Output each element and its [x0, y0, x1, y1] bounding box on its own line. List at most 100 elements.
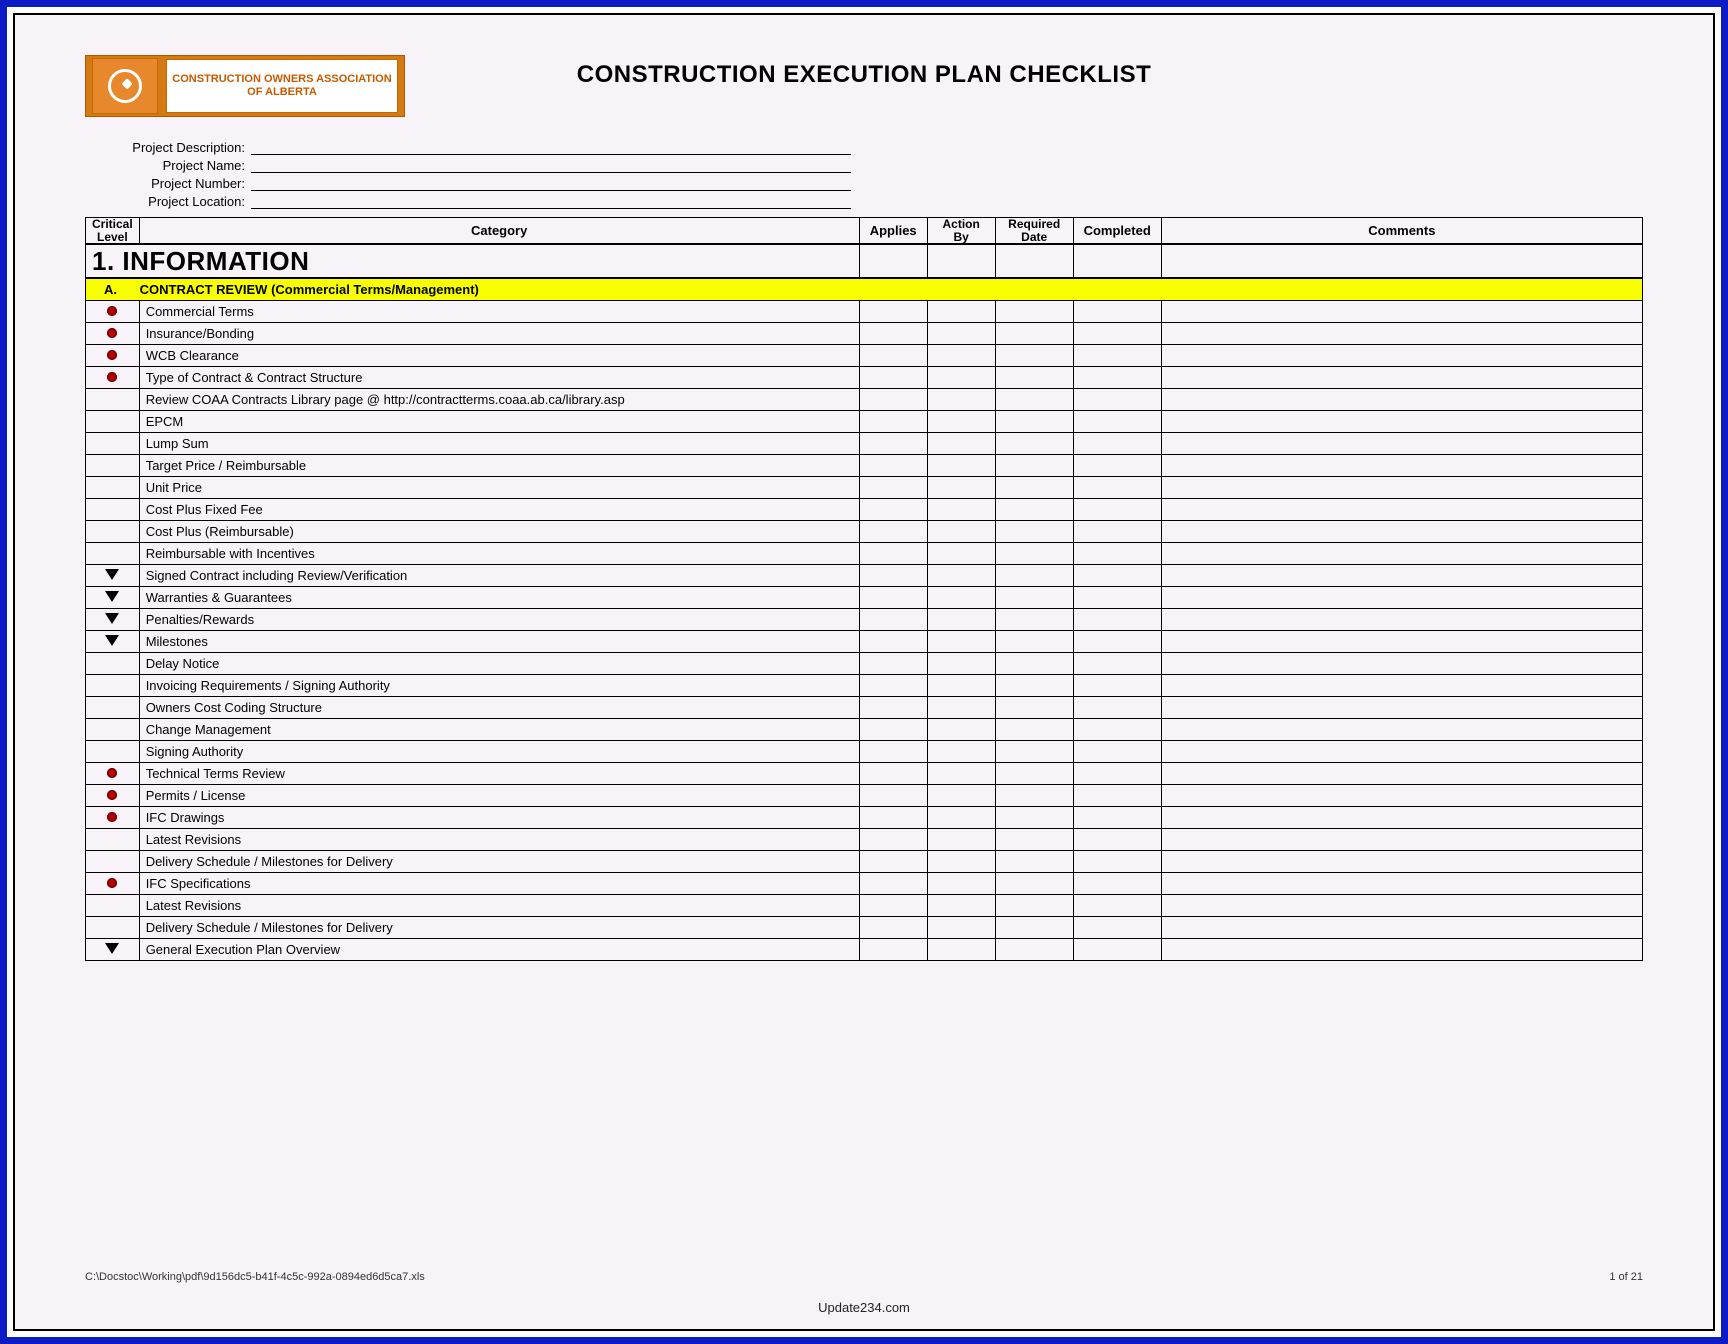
empty-cell[interactable]: [1073, 300, 1161, 322]
empty-cell[interactable]: [859, 850, 927, 872]
empty-cell[interactable]: [927, 498, 995, 520]
meta-value-name[interactable]: [251, 158, 851, 173]
empty-cell[interactable]: [859, 410, 927, 432]
empty-cell[interactable]: [1073, 630, 1161, 652]
empty-cell[interactable]: [927, 674, 995, 696]
empty-cell[interactable]: [1073, 894, 1161, 916]
empty-cell[interactable]: [859, 520, 927, 542]
empty-cell[interactable]: [995, 476, 1073, 498]
empty-cell[interactable]: [1161, 916, 1642, 938]
empty-cell[interactable]: [995, 718, 1073, 740]
meta-value-desc[interactable]: [251, 140, 851, 155]
empty-cell[interactable]: [927, 828, 995, 850]
empty-cell[interactable]: [859, 564, 927, 586]
empty-cell[interactable]: [995, 850, 1073, 872]
empty-cell[interactable]: [995, 872, 1073, 894]
empty-cell[interactable]: [927, 696, 995, 718]
empty-cell[interactable]: [1073, 498, 1161, 520]
empty-cell[interactable]: [859, 608, 927, 630]
empty-cell[interactable]: [1073, 410, 1161, 432]
empty-cell[interactable]: [1161, 740, 1642, 762]
empty-cell[interactable]: [1073, 388, 1161, 410]
empty-cell[interactable]: [995, 388, 1073, 410]
empty-cell[interactable]: [859, 872, 927, 894]
empty-cell[interactable]: [995, 344, 1073, 366]
empty-cell[interactable]: [927, 872, 995, 894]
empty-cell[interactable]: [859, 718, 927, 740]
empty-cell[interactable]: [927, 432, 995, 454]
empty-cell[interactable]: [995, 498, 1073, 520]
empty-cell[interactable]: [1161, 564, 1642, 586]
empty-cell[interactable]: [995, 828, 1073, 850]
empty-cell[interactable]: [1161, 300, 1642, 322]
empty-cell[interactable]: [859, 894, 927, 916]
empty-cell[interactable]: [995, 366, 1073, 388]
empty-cell[interactable]: [995, 916, 1073, 938]
empty-cell[interactable]: [1161, 850, 1642, 872]
empty-cell[interactable]: [927, 916, 995, 938]
empty-cell[interactable]: [995, 806, 1073, 828]
empty-cell[interactable]: [995, 410, 1073, 432]
empty-cell[interactable]: [1073, 784, 1161, 806]
empty-cell[interactable]: [1161, 938, 1642, 960]
empty-cell[interactable]: [1073, 432, 1161, 454]
empty-cell[interactable]: [927, 542, 995, 564]
empty-cell[interactable]: [927, 366, 995, 388]
empty-cell[interactable]: [1073, 344, 1161, 366]
empty-cell[interactable]: [1073, 652, 1161, 674]
empty-cell[interactable]: [859, 344, 927, 366]
empty-cell[interactable]: [1073, 366, 1161, 388]
empty-cell[interactable]: [1161, 410, 1642, 432]
empty-cell[interactable]: [1161, 476, 1642, 498]
empty-cell[interactable]: [995, 652, 1073, 674]
empty-cell[interactable]: [927, 410, 995, 432]
empty-cell[interactable]: [995, 564, 1073, 586]
empty-cell[interactable]: [859, 762, 927, 784]
empty-cell[interactable]: [1073, 476, 1161, 498]
empty-cell[interactable]: [859, 300, 927, 322]
empty-cell[interactable]: [927, 344, 995, 366]
empty-cell[interactable]: [995, 322, 1073, 344]
empty-cell[interactable]: [995, 608, 1073, 630]
empty-cell[interactable]: [859, 630, 927, 652]
empty-cell[interactable]: [859, 696, 927, 718]
empty-cell[interactable]: [1073, 872, 1161, 894]
empty-cell[interactable]: [859, 784, 927, 806]
empty-cell[interactable]: [859, 366, 927, 388]
empty-cell[interactable]: [995, 542, 1073, 564]
empty-cell[interactable]: [927, 784, 995, 806]
empty-cell[interactable]: [1161, 608, 1642, 630]
empty-cell[interactable]: [927, 938, 995, 960]
empty-cell[interactable]: [995, 894, 1073, 916]
empty-cell[interactable]: [1073, 806, 1161, 828]
empty-cell[interactable]: [1161, 498, 1642, 520]
empty-cell[interactable]: [995, 454, 1073, 476]
empty-cell[interactable]: [1073, 586, 1161, 608]
empty-cell[interactable]: [927, 894, 995, 916]
empty-cell[interactable]: [995, 696, 1073, 718]
empty-cell[interactable]: [927, 608, 995, 630]
empty-cell[interactable]: [927, 388, 995, 410]
empty-cell[interactable]: [1073, 674, 1161, 696]
empty-cell[interactable]: [927, 630, 995, 652]
empty-cell[interactable]: [1161, 454, 1642, 476]
empty-cell[interactable]: [927, 564, 995, 586]
empty-cell[interactable]: [927, 652, 995, 674]
empty-cell[interactable]: [1161, 872, 1642, 894]
empty-cell[interactable]: [1161, 322, 1642, 344]
empty-cell[interactable]: [1073, 454, 1161, 476]
empty-cell[interactable]: [1161, 762, 1642, 784]
empty-cell[interactable]: [1161, 894, 1642, 916]
empty-cell[interactable]: [1161, 388, 1642, 410]
empty-cell[interactable]: [1161, 542, 1642, 564]
empty-cell[interactable]: [1161, 828, 1642, 850]
empty-cell[interactable]: [927, 740, 995, 762]
empty-cell[interactable]: [859, 322, 927, 344]
empty-cell[interactable]: [927, 718, 995, 740]
empty-cell[interactable]: [859, 586, 927, 608]
empty-cell[interactable]: [859, 388, 927, 410]
empty-cell[interactable]: [1161, 586, 1642, 608]
empty-cell[interactable]: [859, 828, 927, 850]
empty-cell[interactable]: [1073, 696, 1161, 718]
empty-cell[interactable]: [927, 454, 995, 476]
